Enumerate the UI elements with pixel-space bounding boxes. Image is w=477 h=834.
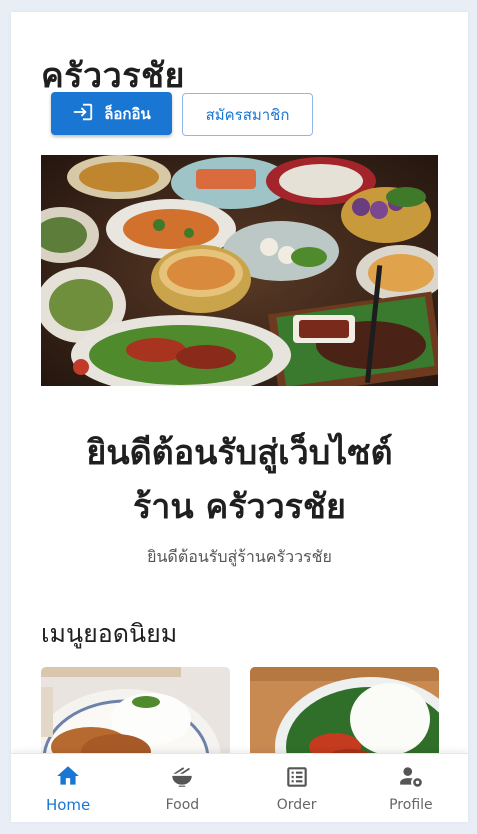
login-button[interactable]: ล็อกอิน xyxy=(51,92,172,135)
welcome-heading: ยินดีต้อนรับสู่เว็บไซต์ ร้าน ครัววรชัย xyxy=(11,426,468,534)
register-label: สมัครสมาชิก xyxy=(205,105,290,124)
nav-order[interactable]: Order xyxy=(240,754,354,822)
login-label: ล็อกอิน xyxy=(104,104,151,123)
popular-item-2-image[interactable] xyxy=(250,667,439,767)
main-card: ครัววรชัย ล็อกอิน สมัครสมาชิก ยินดีต้อนร… xyxy=(11,12,468,822)
popular-item-1-image[interactable] xyxy=(41,667,230,767)
home-icon xyxy=(55,763,81,793)
user-settings-icon xyxy=(398,764,424,794)
nav-home[interactable]: Home xyxy=(11,754,125,822)
nav-profile[interactable]: Profile xyxy=(354,754,468,822)
bottom-navigation: Home Food Order Profile xyxy=(11,753,468,822)
welcome-line1: ยินดีต้อนรับสู่เว็บไซต์ xyxy=(86,433,393,473)
welcome-subtitle: ยินดีต้อนรับสู่ร้านครัววรชัย xyxy=(147,547,332,566)
food-bowl-icon xyxy=(169,764,195,794)
nav-food-label: Food xyxy=(165,797,200,813)
order-list-icon xyxy=(284,764,310,794)
register-button[interactable]: สมัครสมาชิก xyxy=(182,93,313,136)
nav-profile-label: Profile xyxy=(389,797,433,813)
nav-order-label: Order xyxy=(276,797,317,813)
popular-menu-heading: เมนูยอดนิยม xyxy=(41,619,178,648)
login-icon xyxy=(72,101,94,127)
hero-food-image xyxy=(41,155,438,386)
welcome-line2: ร้าน ครัววรชัย xyxy=(133,487,346,527)
nav-food[interactable]: Food xyxy=(125,754,239,822)
nav-home-label: Home xyxy=(45,796,91,814)
